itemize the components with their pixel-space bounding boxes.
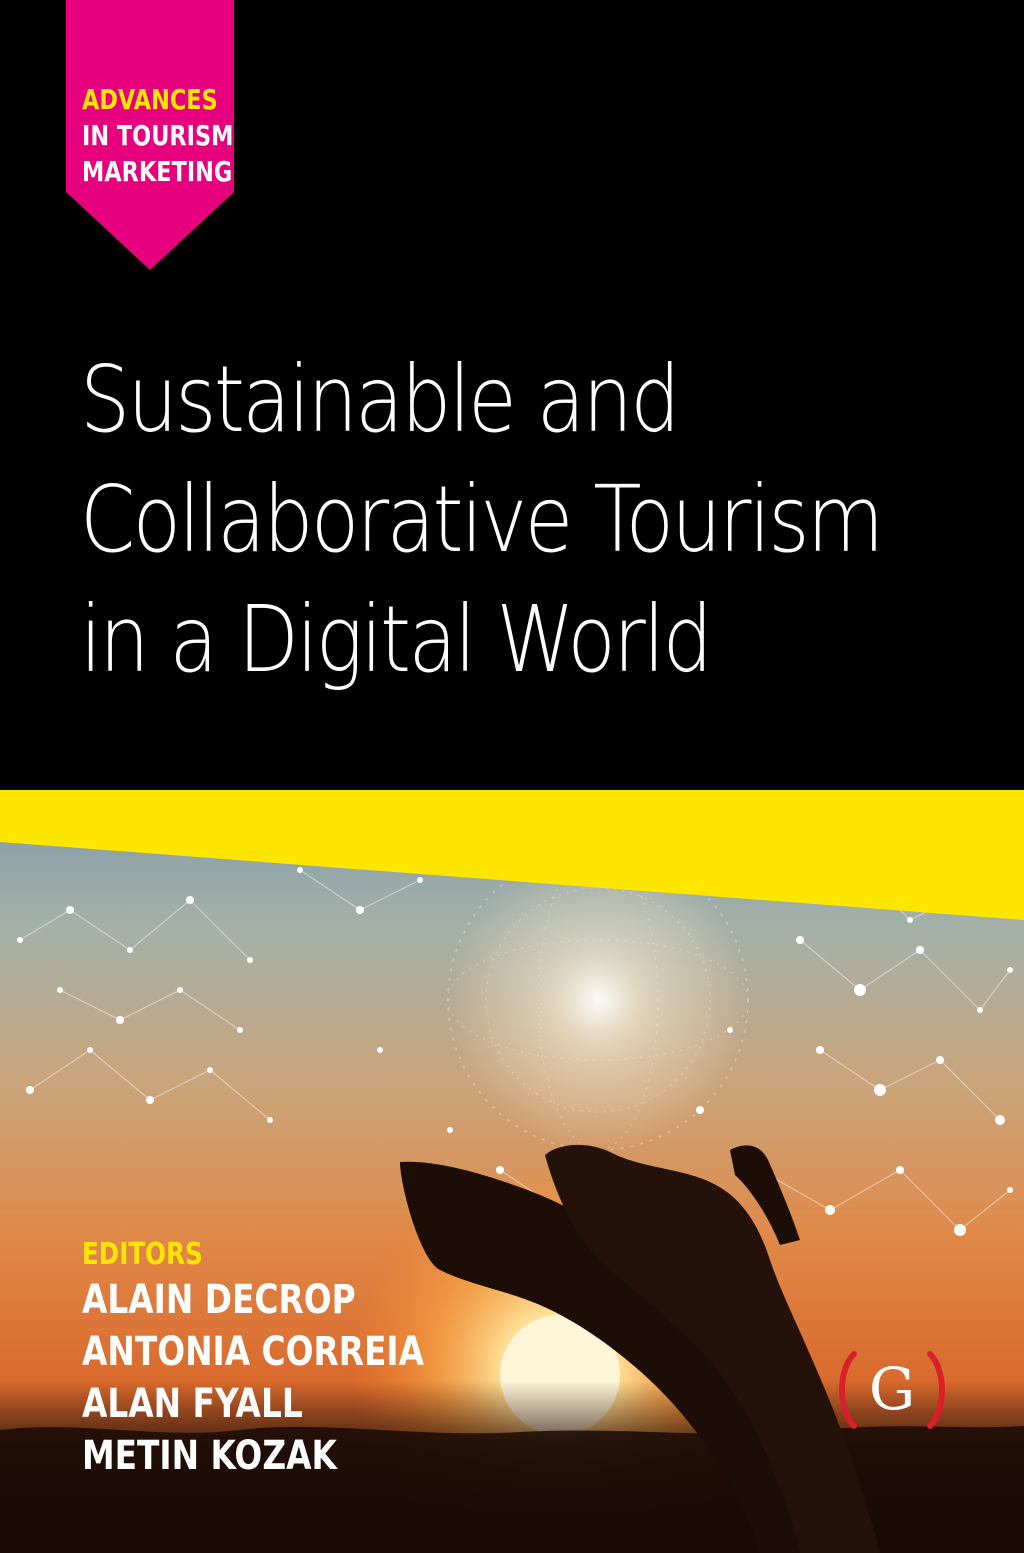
series-badge: ADVANCES IN TOURISM MARKETING: [66, 0, 234, 270]
book-title: Sustainable and Collaborative Tourism in…: [80, 340, 884, 700]
editor-name: ALAN FYALL: [82, 1381, 303, 1427]
logo-letter: G: [868, 1355, 916, 1423]
title-line-2: Collaborative Tourism: [80, 466, 884, 573]
editors-block: EDITORS ALAIN DECROP ANTONIA CORREIA ALA…: [82, 1236, 424, 1482]
series-name: ADVANCES IN TOURISM MARKETING: [82, 82, 233, 190]
book-cover: ADVANCES IN TOURISM MARKETING Sustainabl…: [0, 0, 1024, 1553]
editor-name: METIN KOZAK: [82, 1433, 337, 1479]
editor-name: ANTONIA CORREIA: [82, 1329, 425, 1375]
series-line-2: IN TOURISM: [82, 119, 234, 152]
editors-label: EDITORS: [82, 1237, 203, 1272]
publisher-logo: G: [832, 1350, 952, 1430]
series-line-1: ADVANCES: [82, 83, 218, 116]
title-line-1: Sustainable and: [80, 346, 680, 453]
series-line-3: MARKETING: [82, 155, 233, 188]
title-line-3: in a Digital World: [80, 586, 713, 693]
editor-name: ALAIN DECROP: [82, 1277, 356, 1323]
